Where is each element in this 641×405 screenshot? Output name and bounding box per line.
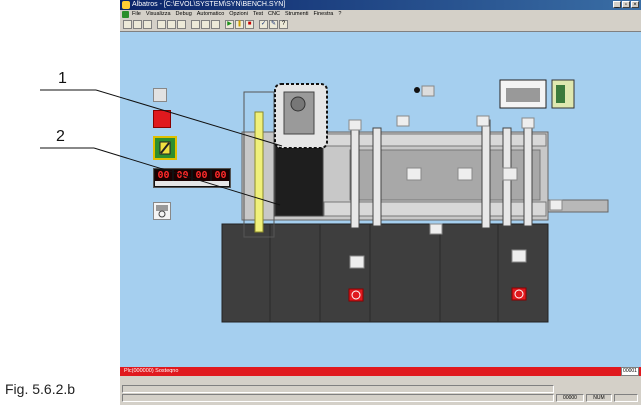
door-icon[interactable]	[551, 79, 575, 109]
maximize-button[interactable]: ▫	[622, 1, 630, 8]
stop-icon[interactable]: ■	[245, 20, 254, 29]
status-bar: 00000 NUM	[120, 376, 641, 405]
machine-base	[221, 223, 549, 323]
status-panel-main-2	[122, 394, 554, 402]
help-icon[interactable]: ?	[279, 20, 288, 29]
status-counter: 00001	[621, 367, 639, 376]
menu-test[interactable]: Test	[253, 10, 263, 19]
counter-digit-1: 00	[155, 170, 172, 181]
menu-file[interactable]: File	[132, 10, 141, 19]
close-button[interactable]: ×	[631, 1, 639, 8]
copy-icon[interactable]	[167, 20, 176, 29]
counter-digit-2: 00	[174, 170, 191, 181]
menu-help[interactable]: ?	[338, 10, 341, 19]
callout-1: 1	[58, 70, 67, 87]
open-file-icon[interactable]	[133, 20, 142, 29]
machine-drawing	[221, 79, 609, 323]
menu-finestra[interactable]: Finestra	[314, 10, 334, 19]
app-window: Albatros - [C:\EVOL\SYSTEM\SYN\BENCH.SYN…	[120, 0, 641, 405]
counter-digit-3: 00	[193, 170, 210, 181]
rotating-head-icon[interactable]	[153, 202, 171, 220]
pause-icon[interactable]: ❚	[235, 20, 244, 29]
counter-display: 00 00 00 00	[153, 168, 231, 188]
cut-icon[interactable]	[157, 20, 166, 29]
paste-icon[interactable]	[177, 20, 186, 29]
window-title: Albatros - [C:\EVOL\SYSTEM\SYN\BENCH.SYN…	[132, 1, 286, 8]
synoptic-workspace: 00 00 00 00	[120, 32, 641, 367]
menu-cnc[interactable]: CNC	[268, 10, 280, 19]
document-icon	[122, 11, 129, 18]
menu-strumenti[interactable]: Strumenti	[285, 10, 309, 19]
status-panel-num: NUM	[586, 394, 612, 402]
menu-opzioni[interactable]: Opzioni	[229, 10, 248, 19]
status-panel-empty	[614, 394, 638, 402]
check-icon[interactable]: ✓	[259, 20, 268, 29]
title-bar[interactable]: Albatros - [C:\EVOL\SYSTEM\SYN\BENCH.SYN…	[120, 0, 641, 10]
menu-bar: File Visualizza Debug Automatico Opzioni…	[120, 10, 641, 28]
status-panel-main	[122, 385, 554, 393]
new-file-icon[interactable]	[123, 20, 132, 29]
minimize-button[interactable]: _	[613, 1, 621, 8]
machine-icon[interactable]	[201, 20, 210, 29]
counter-digit-4: 00	[212, 170, 229, 181]
red-alarm-icon[interactable]	[153, 110, 171, 128]
status-message: Plc(000000) Sosteqno	[124, 368, 179, 374]
app-icon	[122, 1, 130, 9]
active-function-icon[interactable]	[153, 136, 177, 160]
menu-automatico[interactable]: Automatico	[197, 10, 225, 19]
callout-2: 2	[56, 128, 65, 145]
toolbar: ▶ ❚ ■ ✓ ✎ ?	[120, 19, 641, 32]
edit-icon[interactable]: ✎	[269, 20, 278, 29]
print-icon[interactable]	[191, 20, 200, 29]
alarm-status-bar: Plc(000000) Sosteqno 00001	[120, 367, 641, 376]
menu-visualizza[interactable]: Visualizza	[146, 10, 171, 19]
status-panel-value: 00000	[556, 394, 584, 402]
figure-caption: Fig. 5.6.2.b	[5, 381, 76, 397]
sensor-icon	[414, 85, 435, 97]
menu-debug[interactable]: Debug	[176, 10, 192, 19]
tool-change-icon[interactable]	[153, 88, 167, 102]
counter-scale	[155, 181, 229, 186]
axis-icon[interactable]	[211, 20, 220, 29]
play-icon[interactable]: ▶	[225, 20, 234, 29]
machine-view-icon[interactable]	[499, 79, 547, 109]
save-icon[interactable]	[143, 20, 152, 29]
